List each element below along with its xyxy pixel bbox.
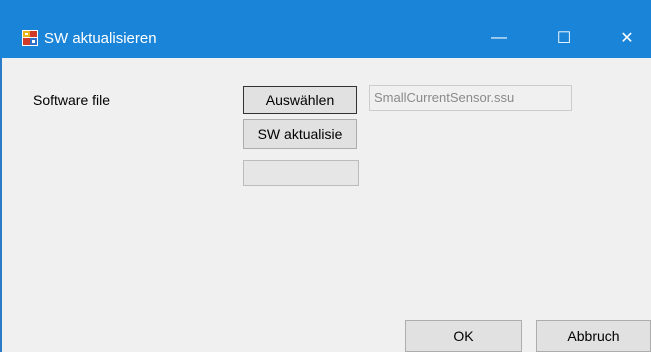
- maximize-icon: ☐: [556, 30, 572, 47]
- select-file-button[interactable]: Auswählen: [243, 86, 357, 114]
- close-icon: ✕: [620, 30, 634, 47]
- close-button[interactable]: ✕: [604, 22, 650, 54]
- update-progress-bar: [243, 160, 359, 186]
- minimize-icon: —: [491, 29, 507, 46]
- ok-button[interactable]: OK: [405, 320, 522, 352]
- update-software-button[interactable]: SW aktualisie: [243, 119, 357, 149]
- maximize-button[interactable]: ☐: [541, 22, 587, 54]
- app-icon: [22, 30, 38, 46]
- title-bar[interactable]: SW aktualisieren — ☐ ✕: [0, 0, 651, 58]
- update-dialog: SW aktualisieren — ☐ ✕ Software file Aus…: [0, 0, 651, 352]
- cancel-button[interactable]: Abbruch: [536, 320, 651, 352]
- minimize-button[interactable]: —: [476, 22, 522, 54]
- software-file-label: Software file: [33, 92, 111, 108]
- file-path-field[interactable]: SmallCurrentSensor.ssu: [369, 85, 572, 111]
- window-title: SW aktualisieren: [44, 30, 157, 47]
